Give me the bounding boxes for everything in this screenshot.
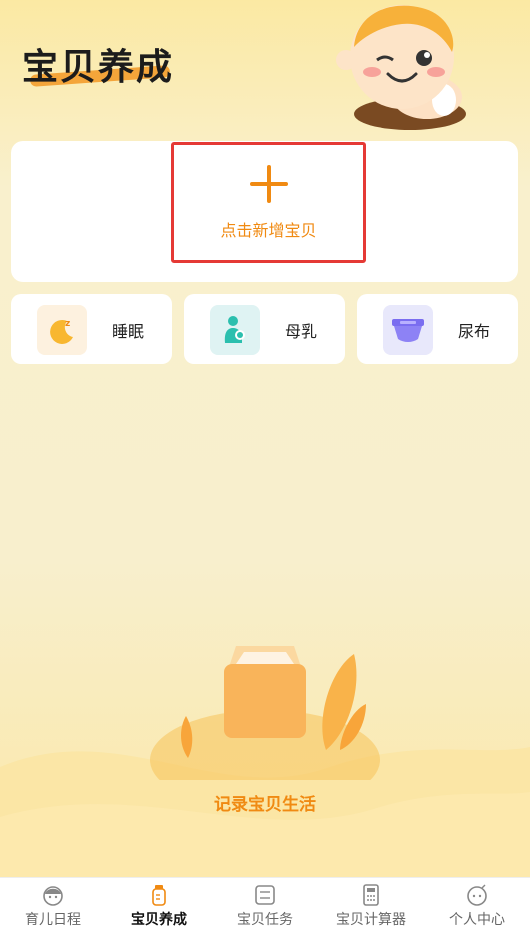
calculator-icon: [363, 884, 379, 906]
task-list-icon: [255, 885, 275, 905]
tile-sleep[interactable]: z 睡眠: [11, 294, 172, 364]
nav-item-profile[interactable]: 个人中心: [424, 878, 530, 935]
tile-diaper-label: 尿布: [458, 322, 491, 341]
nav-item-tasks[interactable]: 宝贝任务: [212, 878, 318, 935]
nav-label-nurture: 宝贝养成: [131, 912, 187, 928]
svg-text:z: z: [65, 319, 70, 329]
moon-sleep-icon: z: [37, 305, 87, 355]
nav-label-calculator: 宝贝计算器: [336, 912, 406, 928]
nav-item-schedule[interactable]: 育儿日程: [0, 878, 106, 935]
add-baby-label: 点击新增宝贝: [220, 220, 317, 240]
nav-item-calculator[interactable]: 宝贝计算器: [318, 878, 424, 935]
diaper-icon: [383, 305, 433, 355]
nav-label-schedule: 育儿日程: [25, 912, 81, 928]
empty-state-text: 记录宝贝生活: [214, 795, 316, 815]
bottom-nav: 育儿日程 宝贝养成 宝贝任务 宝贝计算器 个人中心: [0, 877, 530, 935]
tile-breastfeeding-label: 母乳: [285, 322, 318, 341]
baby-face-icon: [43, 886, 63, 906]
breastfeeding-icon: [210, 305, 260, 355]
page-title: 宝贝养成: [22, 47, 175, 88]
tile-breastfeeding[interactable]: 母乳: [184, 294, 345, 364]
plus-icon: [249, 164, 288, 203]
nav-label-profile: 个人中心: [449, 912, 505, 928]
tile-diaper[interactable]: 尿布: [357, 294, 518, 364]
nav-item-nurture[interactable]: 宝贝养成: [106, 878, 212, 935]
bottle-icon: [152, 885, 166, 906]
tile-sleep-label: 睡眠: [112, 322, 145, 341]
nav-label-tasks: 宝贝任务: [237, 912, 293, 928]
profile-face-icon: [467, 884, 487, 906]
add-baby-button[interactable]: 点击新增宝贝: [171, 142, 366, 263]
baby-mascot-illustration: [336, 5, 466, 130]
empty-state-illustration: [150, 646, 380, 780]
